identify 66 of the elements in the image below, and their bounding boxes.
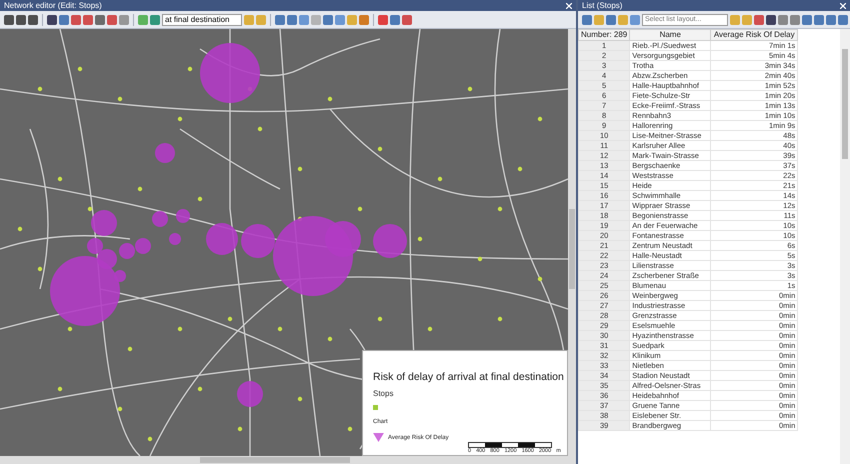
- stop-marker: [348, 426, 352, 432]
- column-header[interactable]: Average Risk Of Delay: [710, 30, 798, 40]
- stop-marker: [378, 316, 382, 322]
- stop-marker: [538, 276, 542, 282]
- stop-marker: [498, 206, 502, 212]
- horizontal-scrollbar[interactable]: [0, 456, 576, 464]
- stop-marker: [118, 406, 122, 412]
- risk-bubble: [91, 210, 117, 236]
- stop-marker: [298, 166, 302, 172]
- stop-marker: [128, 346, 132, 352]
- stop-marker: [518, 166, 522, 172]
- stop-marker: [78, 66, 82, 72]
- stop-marker: [178, 326, 182, 332]
- risk-bubble: [176, 209, 190, 223]
- close-icon[interactable]: [566, 2, 572, 8]
- close-icon[interactable]: [840, 2, 846, 8]
- vertical-scrollbar[interactable]: [568, 29, 576, 456]
- stop-marker: [38, 86, 42, 92]
- stop-marker: [178, 116, 182, 122]
- vertical-scrollbar[interactable]: [840, 29, 850, 464]
- stop-marker: [238, 426, 242, 432]
- risk-bubble: [169, 233, 181, 245]
- stop-marker: [138, 186, 142, 192]
- stop-symbol-icon: [373, 405, 378, 410]
- stop-marker: [38, 266, 42, 272]
- stop-marker: [118, 96, 122, 102]
- risk-bubble: [237, 381, 263, 407]
- risk-bubble: [373, 224, 407, 258]
- risk-bubble: [155, 143, 175, 163]
- stop-marker: [428, 326, 432, 332]
- stop-marker: [328, 336, 332, 342]
- stop-marker: [328, 96, 332, 102]
- stop-marker: [88, 206, 92, 212]
- stop-marker: [378, 146, 382, 152]
- legend-title: Risk of delay of arrival at final destination: [373, 371, 564, 384]
- column-header[interactable]: Number: 289: [578, 30, 630, 40]
- stop-marker: [148, 436, 152, 442]
- layer-dropdown[interactable]: at final destination: [162, 14, 242, 26]
- risk-bubble: [200, 43, 260, 103]
- stop-marker: [358, 206, 362, 212]
- stop-marker: [18, 226, 22, 232]
- stop-marker: [198, 196, 202, 202]
- stop-marker: [258, 126, 262, 132]
- stop-marker: [58, 386, 62, 392]
- stop-marker: [538, 116, 542, 122]
- stop-marker: [278, 326, 282, 332]
- stop-marker: [298, 396, 302, 402]
- risk-bubble: [152, 211, 168, 227]
- stop-marker: [468, 86, 472, 92]
- risk-bubble: [135, 238, 151, 254]
- triangle-icon: [373, 433, 384, 442]
- stop-marker: [188, 66, 192, 72]
- stop-marker: [68, 326, 72, 332]
- stop-marker: [228, 316, 232, 322]
- column-header[interactable]: Name: [630, 30, 711, 40]
- window-title: List (Stops): [582, 1, 622, 10]
- stop-marker: [438, 176, 442, 182]
- legend-section: Stops: [373, 389, 563, 399]
- stop-marker: [198, 386, 202, 392]
- window-title: Network editor (Edit: Stops): [4, 1, 102, 10]
- stop-marker: [478, 256, 482, 262]
- stop-marker: [58, 176, 62, 182]
- stop-marker: [418, 236, 422, 242]
- risk-bubble: [206, 223, 238, 255]
- stop-marker: [498, 316, 502, 322]
- risk-bubble: [87, 238, 103, 254]
